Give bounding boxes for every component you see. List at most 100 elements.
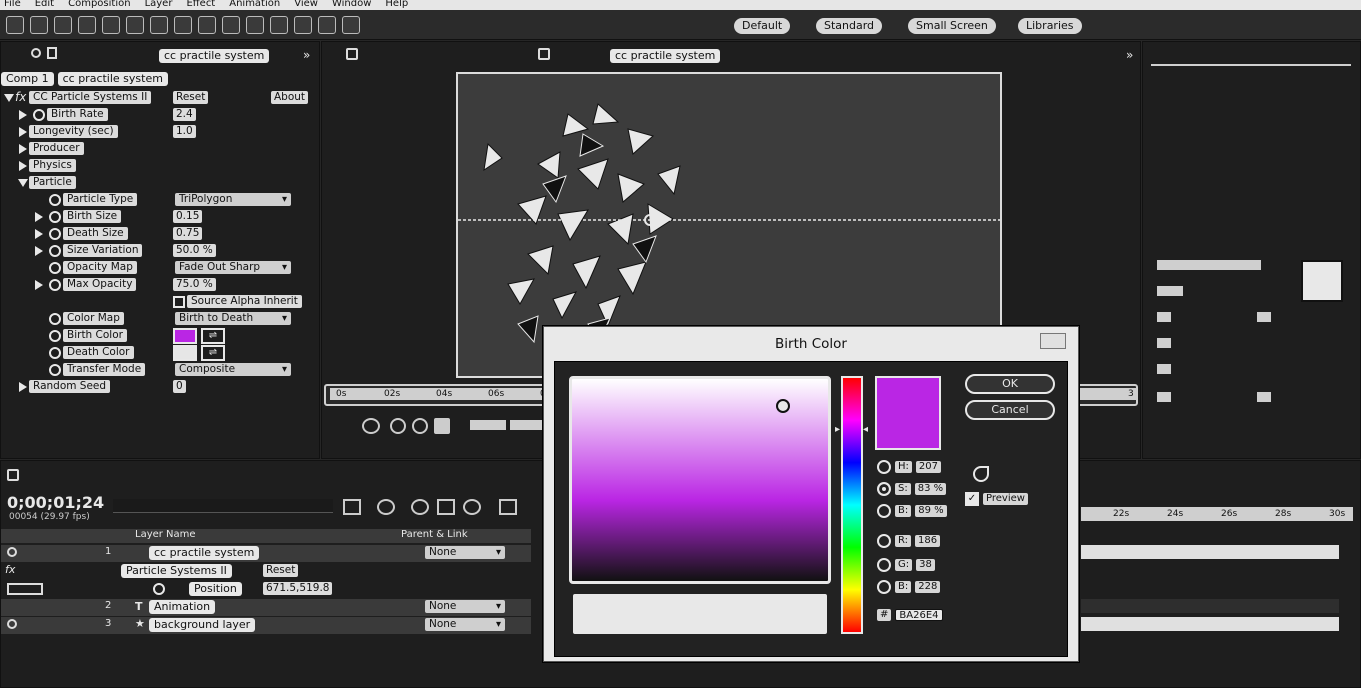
lock-icon[interactable] [47, 47, 57, 59]
fx-icon[interactable]: fx [5, 563, 15, 576]
parent-dropdown[interactable]: None [425, 546, 505, 559]
menu-help[interactable]: Help [385, 0, 408, 10]
breadcrumb-comp[interactable]: Comp 1 [1, 72, 54, 86]
lock-icon[interactable] [538, 48, 550, 60]
birth-color-swatch[interactable] [173, 328, 197, 344]
group-label[interactable]: Producer [29, 142, 84, 155]
source-alpha-checkbox[interactable] [173, 296, 185, 308]
stopwatch-icon[interactable] [49, 211, 61, 223]
selection-tool-icon[interactable] [30, 16, 48, 34]
fx-reset-button[interactable]: Reset [263, 564, 299, 577]
stopwatch-icon[interactable] [49, 330, 61, 342]
layer-bar[interactable] [1081, 545, 1339, 559]
max-opacity-value[interactable]: 75.0 % [173, 278, 216, 291]
layer-bar[interactable] [1081, 617, 1339, 631]
close-icon[interactable] [31, 48, 41, 58]
menu-view[interactable]: View [294, 0, 318, 10]
chevron-right-icon[interactable] [19, 161, 27, 171]
close-icon[interactable] [7, 469, 19, 481]
camera-tool-icon[interactable] [126, 16, 144, 34]
magnification-icon[interactable] [362, 418, 380, 434]
stopwatch-icon[interactable] [49, 194, 61, 206]
eyedropper-icon[interactable]: ⇌ [201, 328, 225, 344]
composition-tab[interactable]: cc practile system [610, 49, 721, 63]
view-options-icon[interactable] [510, 420, 542, 430]
motion-blur-icon[interactable] [463, 499, 481, 515]
fast-previews-icon[interactable] [470, 420, 506, 430]
particle-type-dropdown[interactable]: TriPolygon [175, 193, 291, 206]
puppet-tool-icon[interactable] [342, 16, 360, 34]
timeline-search-input[interactable] [113, 499, 333, 513]
effect-controls-tab[interactable]: cc practile system [159, 49, 270, 63]
stopwatch-icon[interactable] [49, 313, 61, 325]
layer-row-3[interactable]: 3 ★ background layer None [1, 617, 531, 634]
preview-checkbox[interactable]: ✓ [965, 492, 979, 506]
timeline-ruler[interactable]: 22s 24s 26s 28s 30s [1081, 507, 1353, 521]
death-size-value[interactable]: 0.75 [173, 227, 203, 240]
menu-animation[interactable]: Animation [229, 0, 280, 10]
eraser-tool-icon[interactable] [294, 16, 312, 34]
hue-radio[interactable] [877, 460, 891, 474]
home-icon[interactable] [6, 16, 24, 34]
snapshot-icon[interactable] [390, 418, 406, 434]
saturation-field[interactable]: S: 83 % [877, 480, 947, 498]
position-value[interactable]: 671.5,519.8 [263, 582, 333, 595]
hue-slider-right-arrow-icon[interactable]: ◂ [863, 424, 868, 435]
layer-bar[interactable] [1081, 599, 1339, 613]
stopwatch-icon[interactable] [49, 279, 61, 291]
layer-row-1[interactable]: 1 cc practile system None [1, 545, 531, 562]
stopwatch-icon[interactable] [49, 228, 61, 240]
brightness-field[interactable]: B: 89 % [877, 502, 947, 520]
mask-tool-icon[interactable] [174, 16, 192, 34]
menu-composition[interactable]: Composition [68, 0, 130, 10]
comp-flowchart-icon[interactable] [343, 499, 361, 515]
brightness-radio[interactable] [877, 504, 891, 518]
chevron-right-icon[interactable] [35, 280, 43, 290]
color-picker-handle[interactable] [776, 399, 790, 413]
color-swatches-strip[interactable] [573, 594, 827, 634]
workspace-default[interactable]: Default [734, 18, 791, 34]
red-value[interactable]: 186 [915, 535, 941, 547]
pen-tool-icon[interactable] [198, 16, 216, 34]
text-icon[interactable] [1157, 392, 1171, 402]
pan-tool-icon[interactable] [150, 16, 168, 34]
menu-window[interactable]: Window [332, 0, 371, 10]
eye-icon[interactable] [7, 547, 17, 557]
eyedropper-icon[interactable]: ⇌ [201, 345, 225, 361]
parent-dropdown[interactable]: None [425, 618, 505, 631]
hue-slider[interactable] [841, 376, 863, 634]
hex-field[interactable]: # BA26E4 [877, 606, 943, 624]
text-tool-icon[interactable] [222, 16, 240, 34]
chevron-right-icon[interactable] [19, 382, 27, 392]
color-map-dropdown[interactable]: Birth to Death [175, 312, 291, 325]
saturation-radio[interactable] [877, 482, 891, 496]
layer-name[interactable]: cc practile system [149, 546, 260, 560]
parent-dropdown[interactable]: None [425, 600, 505, 613]
current-timecode[interactable]: 0;00;01;24 [7, 493, 104, 512]
graph-editor-icon[interactable] [499, 499, 517, 515]
fx-icon[interactable]: fx [15, 90, 26, 104]
brush-tool-icon[interactable] [246, 16, 264, 34]
text-icon[interactable] [1157, 312, 1171, 322]
blue-value[interactable]: 228 [915, 581, 941, 593]
blue-radio[interactable] [877, 580, 891, 594]
ok-button[interactable]: OK [965, 374, 1055, 394]
text-icon[interactable] [1157, 338, 1171, 348]
chevron-right-icon[interactable] [19, 110, 27, 120]
layer-name[interactable]: background layer [149, 618, 256, 632]
group-label[interactable]: Physics [29, 159, 76, 172]
hue-field[interactable]: H: 207 [877, 458, 941, 476]
menu-layer[interactable]: Layer [145, 0, 173, 10]
zoom-tool-icon[interactable] [78, 16, 96, 34]
birth-size-value[interactable]: 0.15 [173, 210, 203, 223]
effect-reset-button[interactable]: Reset [173, 91, 209, 104]
menu-edit[interactable]: Edit [35, 0, 54, 10]
menu-file[interactable]: File [4, 0, 21, 10]
longevity-value[interactable]: 1.0 [173, 125, 196, 138]
brightness-value[interactable]: 89 % [915, 505, 947, 517]
paragraph-setting-row[interactable] [1157, 286, 1183, 296]
hue-value[interactable]: 207 [915, 461, 941, 473]
stopwatch-icon[interactable] [49, 262, 61, 274]
red-field[interactable]: R: 186 [877, 532, 941, 550]
roto-brush-tool-icon[interactable] [318, 16, 336, 34]
